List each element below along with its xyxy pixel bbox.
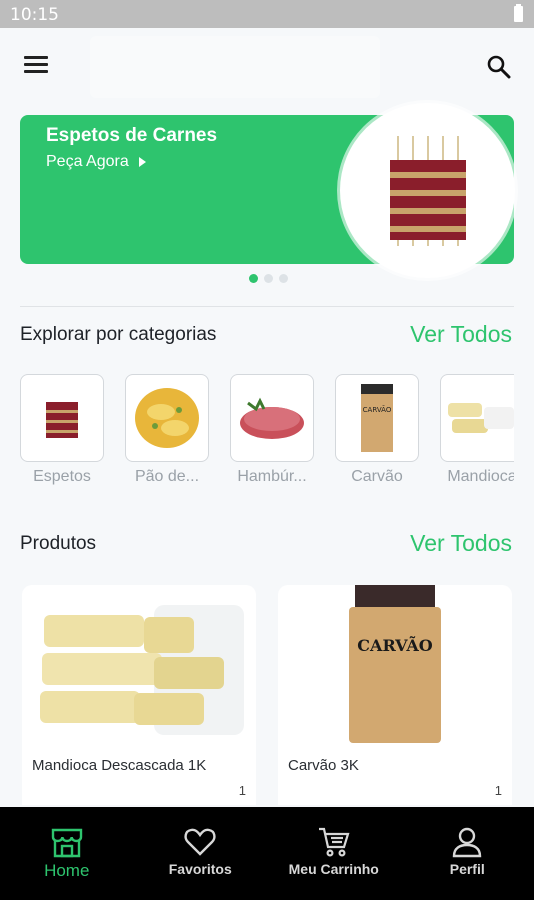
product-list: Mandioca Descascada 1K 1 CARVÃO Carvão 3… — [22, 585, 514, 805]
pager-dot-active[interactable] — [248, 274, 258, 283]
store-icon — [51, 828, 82, 858]
category-label: Mandioca — [447, 468, 514, 485]
bottom-nav: Home Favoritos Meu Carrinho Perfil — [0, 807, 534, 900]
category-label: Espetos — [33, 468, 91, 485]
product-quantity: 1 — [494, 783, 502, 798]
status-bar: 10:15 — [0, 0, 534, 28]
banner-cta-label: Peça Agora — [46, 153, 129, 170]
pager-dot[interactable] — [278, 274, 288, 283]
battery-icon — [514, 4, 523, 22]
status-time: 10:15 — [10, 5, 59, 25]
product-image — [22, 585, 256, 745]
nav-favoritos[interactable]: Favoritos — [134, 807, 268, 900]
nav-label: Favoritos — [168, 861, 232, 877]
banner-image — [340, 103, 515, 278]
category-item-mandioca[interactable]: Mandioca — [440, 374, 514, 494]
heart-icon — [184, 828, 216, 856]
banner-title: Espetos de Carnes — [46, 125, 218, 146]
category-label: Pão de... — [134, 468, 200, 485]
category-list: Espetos Pão de... Hambúr... CARVÃO Carvã… — [20, 374, 514, 494]
nav-label: Perfil — [449, 861, 485, 877]
promo-banner[interactable]: Espetos de Carnes Peça Agora — [20, 103, 515, 278]
products-see-all-link[interactable]: Ver Todos — [410, 530, 512, 557]
divider — [20, 306, 514, 307]
category-image — [230, 374, 314, 462]
nav-label: Home — [44, 861, 90, 880]
nav-meu-carrinho[interactable]: Meu Carrinho — [267, 807, 401, 900]
category-item-pao-de-alho[interactable]: Pão de... — [125, 374, 209, 494]
nav-label: Meu Carrinho — [288, 861, 379, 877]
svg-text:CARVÃO: CARVÃO — [357, 634, 432, 655]
products-title: Produtos — [20, 533, 97, 554]
nav-perfil[interactable]: Perfil — [401, 807, 534, 900]
category-label: Carvão — [351, 468, 403, 485]
category-item-carvao[interactable]: CARVÃO Carvão — [335, 374, 419, 494]
cart-icon — [318, 827, 350, 857]
categories-title: Explorar por categorias — [20, 324, 217, 345]
banner-cta[interactable]: Peça Agora — [46, 153, 146, 171]
svg-text:CARVÃO: CARVÃO — [363, 405, 392, 414]
category-image — [125, 374, 209, 462]
menu-icon[interactable] — [24, 56, 48, 74]
user-icon — [453, 827, 482, 858]
product-name: Mandioca Descascada 1K — [32, 757, 207, 774]
category-item-hamburguer[interactable]: Hambúr... — [230, 374, 314, 494]
play-arrow-icon — [138, 157, 146, 167]
search-icon[interactable] — [486, 54, 512, 80]
nav-home[interactable]: Home — [0, 807, 134, 900]
product-card[interactable]: CARVÃO Carvão 3K 1 — [278, 585, 512, 805]
category-item-espetos[interactable]: Espetos — [20, 374, 104, 494]
pager-dot[interactable] — [263, 274, 273, 283]
product-name: Carvão 3K — [288, 757, 359, 774]
app-logo — [90, 36, 380, 98]
category-image — [440, 374, 514, 462]
category-image: CARVÃO — [335, 374, 419, 462]
product-card[interactable]: Mandioca Descascada 1K 1 — [22, 585, 256, 805]
product-quantity: 1 — [238, 783, 246, 798]
app-bar — [0, 28, 534, 102]
category-image — [20, 374, 104, 462]
category-label: Hambúr... — [237, 468, 307, 485]
banner-pager — [0, 274, 534, 283]
product-image: CARVÃO — [278, 585, 512, 745]
categories-see-all-link[interactable]: Ver Todos — [410, 321, 512, 348]
skewer-image — [389, 135, 466, 246]
